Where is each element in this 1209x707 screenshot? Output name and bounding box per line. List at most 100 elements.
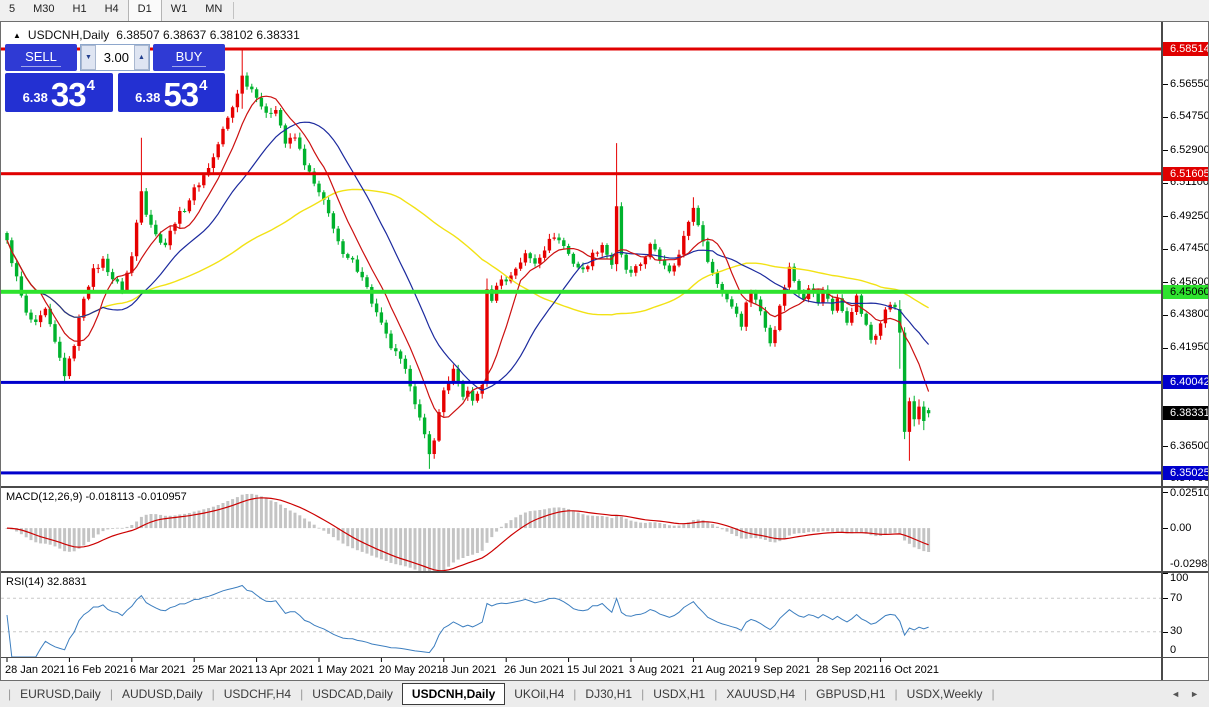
chart-tab-xauusd[interactable]: XAUUSD,H4 — [717, 684, 804, 704]
sell-button[interactable]: SELL — [5, 44, 77, 71]
price-tick-mark — [1163, 348, 1168, 349]
macd-tick-label: 0.025108 — [1170, 487, 1208, 499]
rsi-tick-label: 0 — [1170, 644, 1177, 656]
volume-increase-icon[interactable]: ▲ — [134, 45, 149, 70]
date-tick-label: 25 Mar 2021 — [192, 664, 254, 676]
price-level-badge: 6.35025 — [1163, 466, 1208, 480]
chart-tab-gbpusd[interactable]: GBPUSD,H1 — [807, 684, 894, 704]
date-tick-label: 26 Jun 2021 — [504, 664, 565, 676]
chart-tab-ukoil[interactable]: UKOil,H4 — [505, 684, 573, 704]
macd-label: MACD(12,26,9) -0.018113 -0.010957 — [6, 491, 187, 503]
price-axis: 6.56550 6.54750 6.52900 6.51100 6.49250 6.474… — [1161, 22, 1208, 486]
rsi-axis: 100 70 30 0 — [1161, 571, 1208, 657]
chart-tab-usdcnh[interactable]: USDCNH,Daily — [401, 683, 506, 705]
volume-input[interactable]: 3.00 — [96, 45, 134, 70]
price-tick-label: 6.43800 — [1170, 308, 1208, 320]
sell-price-small: 6.38 — [22, 90, 48, 105]
timeframe-button-w1[interactable]: W1 — [162, 0, 197, 21]
main-price-panel[interactable]: ▲ USDCNH,Daily 6.38507 6.38637 6.38102 6… — [1, 22, 1161, 486]
timeframe-button-m30[interactable]: M30 — [24, 0, 63, 21]
date-tick-label: 6 Mar 2021 — [130, 664, 186, 676]
chart-tab-dj30[interactable]: DJ30,H1 — [576, 684, 641, 704]
price-tick-mark — [1163, 183, 1168, 184]
chart-tab-audusd[interactable]: AUDUSD,Daily — [113, 684, 212, 704]
chart-tab-eurusd[interactable]: EURUSD,Daily — [11, 684, 110, 704]
rsi-chart-canvas[interactable] — [1, 573, 1161, 657]
date-axis: 28 Jan 2021 16 Feb 2021 6 Mar 2021 25 Mar 2… — [1, 657, 1161, 680]
date-tick-label: 28 Jan 2021 — [5, 664, 66, 676]
date-tick-label: 15 Jul 2021 — [567, 664, 624, 676]
buy-price-sup: 4 — [199, 77, 208, 94]
price-tick-mark — [1163, 249, 1168, 250]
price-tick-mark — [1163, 282, 1168, 283]
chart-tab-usdcad[interactable]: USDCAD,Daily — [303, 684, 402, 704]
price-level-badge: 6.40042 — [1163, 375, 1208, 389]
timeframe-toolbar: 5 M30 H1 H4 D1 W1 MN — [0, 0, 1209, 21]
chart-header: ▲ USDCNH,Daily 6.38507 6.38637 6.38102 6… — [13, 28, 300, 42]
price-tick-mark — [1163, 216, 1168, 217]
chart-ohlc-values: 6.38507 6.38637 6.38102 6.38331 — [116, 28, 300, 42]
price-tick-label: 6.49250 — [1170, 210, 1208, 222]
price-tick-mark — [1163, 315, 1168, 316]
chart-title: USDCNH,Daily — [27, 28, 110, 42]
macd-axis: 0.025108 0.00 -0.029881 — [1161, 486, 1208, 571]
volume-decrease-icon[interactable]: ▼ — [81, 45, 96, 70]
buy-button[interactable]: BUY — [153, 44, 225, 71]
price-tick-mark — [1163, 150, 1168, 151]
date-tick-label: 13 Apr 2021 — [255, 664, 315, 676]
price-tick-label: 6.47450 — [1170, 242, 1208, 254]
tabs-scroll-right-icon[interactable]: ► — [1190, 689, 1199, 699]
timeframe-button-mn[interactable]: MN — [196, 0, 231, 21]
date-tick-label: 8 Jun 2021 — [442, 664, 497, 676]
macd-tick-label: 0.00 — [1170, 522, 1192, 534]
rsi-tick-label: 100 — [1170, 572, 1189, 584]
price-level-badge: 6.51605 — [1163, 167, 1208, 181]
rsi-tick-mark — [1163, 598, 1168, 599]
rsi-panel[interactable]: RSI(14) 32.8831 — [1, 571, 1161, 657]
one-click-trade-panel: SELL ▼ 3.00 ▲ BUY 6.38 33 4 6.38 53 4 — [5, 44, 225, 112]
date-tick-label: 20 May 2021 — [379, 664, 443, 676]
rsi-tick-mark — [1163, 573, 1168, 574]
tab-separator: | — [991, 687, 995, 701]
rsi-tick-mark — [1163, 632, 1168, 633]
macd-tick-mark — [1163, 492, 1168, 493]
buy-price-big: 53 — [163, 76, 199, 113]
date-tick-label: 9 Sep 2021 — [754, 664, 811, 676]
volume-spinner: ▼ 3.00 ▲ — [80, 44, 150, 71]
timeframe-button-d1[interactable]: D1 — [127, 0, 162, 21]
rsi-tick-label: 30 — [1170, 625, 1183, 637]
price-tick-label: 6.54750 — [1170, 110, 1208, 122]
sell-price-display[interactable]: 6.38 33 4 — [5, 73, 113, 112]
chart-expand-icon[interactable]: ▲ — [13, 31, 21, 40]
date-tick-label: 16 Feb 2021 — [67, 664, 129, 676]
price-tick-mark — [1163, 84, 1168, 85]
date-tick-label: 1 May 2021 — [317, 664, 375, 676]
macd-tick-label: -0.029881 — [1170, 558, 1208, 570]
price-level-badge: 6.38331 — [1163, 406, 1208, 420]
toolbar-separator — [233, 2, 235, 19]
macd-tick-mark — [1163, 528, 1168, 529]
chart-tab-usdchf[interactable]: USDCHF,H4 — [215, 684, 300, 704]
price-level-badge: 6.58514 — [1163, 42, 1208, 56]
date-tick-label: 3 Aug 2021 — [629, 664, 685, 676]
timeframe-button-5[interactable]: 5 — [0, 0, 24, 21]
chart-tab-usdx[interactable]: USDX,H1 — [644, 684, 714, 704]
timeframe-button-h4[interactable]: H4 — [96, 0, 128, 21]
rsi-tick-label: 70 — [1170, 592, 1183, 604]
price-level-badge: 6.45060 — [1163, 285, 1208, 299]
buy-price-display[interactable]: 6.38 53 4 — [117, 73, 225, 113]
timeframe-button-h1[interactable]: H1 — [64, 0, 96, 21]
tabs-scroll-left-icon[interactable]: ◄ — [1171, 689, 1180, 699]
macd-panel[interactable]: MACD(12,26,9) -0.018113 -0.010957 — [1, 486, 1161, 571]
sell-price-big: 33 — [50, 76, 87, 113]
price-tick-label: 6.36500 — [1170, 440, 1208, 452]
chart-tab-usdx[interactable]: USDX,Weekly — [898, 684, 992, 704]
price-tick-mark — [1163, 446, 1168, 447]
symbol-tab-bar: | EURUSD,Daily | AUDUSD,Daily | USDCHF,H4 | USD… — [0, 681, 1209, 707]
price-tick-mark — [1163, 117, 1168, 118]
date-tick-label: 28 Sep 2021 — [816, 664, 879, 676]
date-tick-label: 21 Aug 2021 — [691, 664, 753, 676]
date-tick-label: 16 Oct 2021 — [879, 664, 939, 676]
price-tick-label: 6.52900 — [1170, 144, 1208, 156]
sell-price-sup: 4 — [86, 77, 95, 94]
